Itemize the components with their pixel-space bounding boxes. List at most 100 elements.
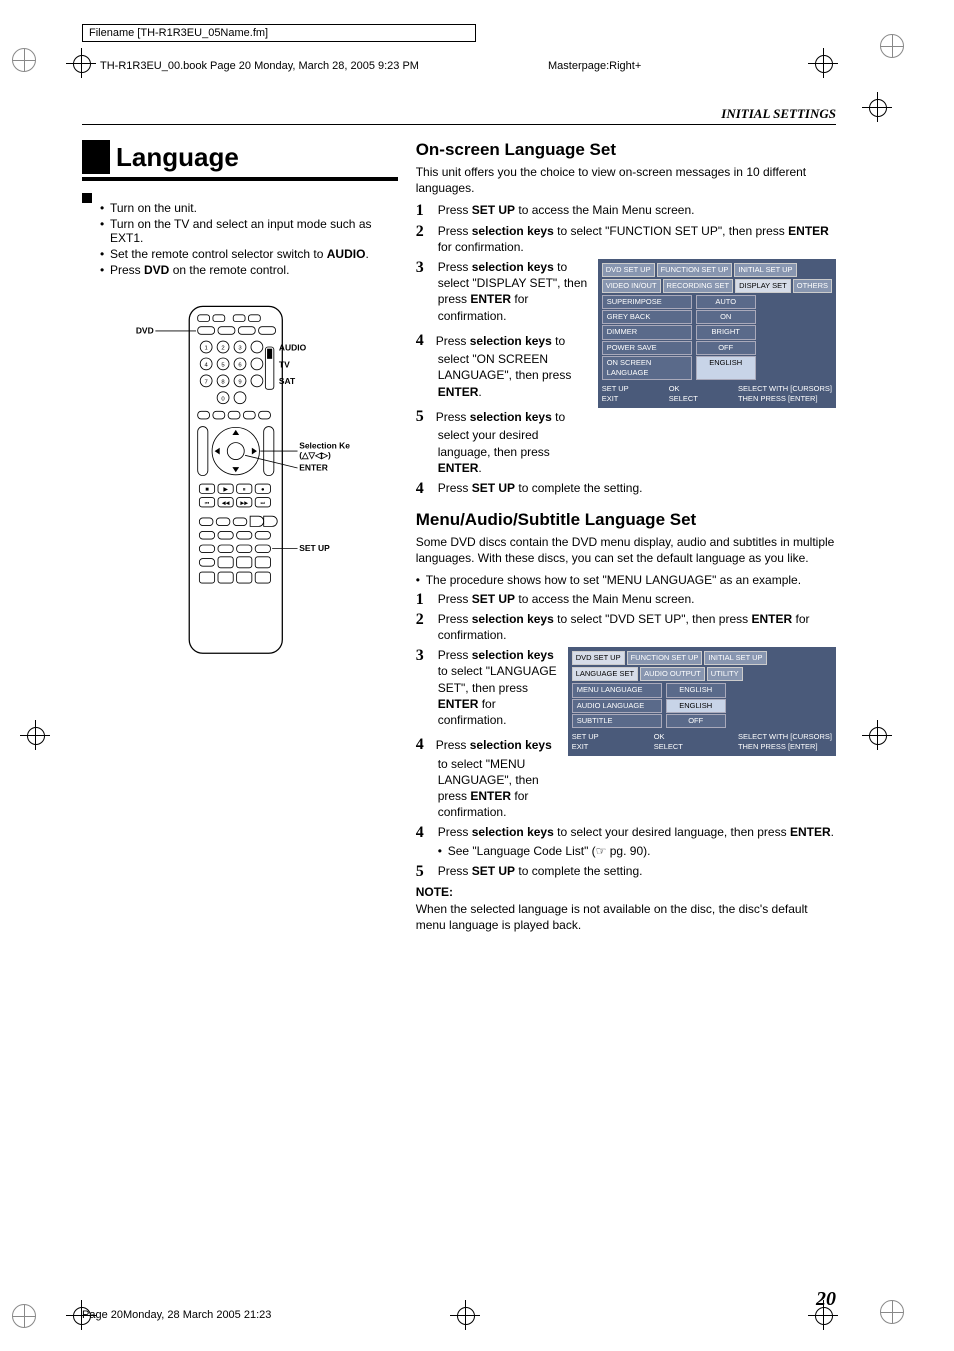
step-item: Press SET UP to access the Main Menu scr… xyxy=(416,202,836,218)
note-heading: NOTE: xyxy=(416,885,836,899)
step-item: Press selection keys to select "DISPLAY … xyxy=(416,259,836,476)
registration-mark-icon xyxy=(12,48,36,72)
svg-text:◀◀: ◀◀ xyxy=(222,500,230,506)
step-item: Press SET UP to complete the setting. xyxy=(416,863,836,879)
osd-value: BRIGHT xyxy=(696,325,756,339)
masterpage-label: Masterpage:Right+ xyxy=(548,60,641,72)
osd-footer: SET UP EXIT xyxy=(572,732,599,752)
osd-key: SUPERIMPOSE xyxy=(602,295,692,309)
svg-text:AUDIO: AUDIO xyxy=(279,342,307,352)
intro-bullet: Turn on the unit. xyxy=(100,201,392,215)
onscreen-intro: This unit offers you the choice to view … xyxy=(416,164,836,196)
svg-text:7: 7 xyxy=(204,379,207,385)
manual-page: Filename [TH-R1R3EU_05Name.fm] TH-R1R3EU… xyxy=(0,0,954,1351)
menu-audio-steps: Press SET UP to access the Main Menu scr… xyxy=(416,591,836,879)
registration-mark-icon xyxy=(880,34,904,58)
osd-value: ENGLISH xyxy=(666,683,726,697)
crosshair-icon xyxy=(808,48,838,78)
remote-control-icon: DVD 123 456 789 0 xyxy=(130,303,350,658)
onscreen-steps: Press SET UP to access the Main Menu scr… xyxy=(416,202,836,496)
dvd-callout: DVD xyxy=(136,325,154,335)
osd-row: GREY BACK ON xyxy=(602,310,832,324)
section-rule xyxy=(82,124,836,125)
filename-box: Filename [TH-R1R3EU_05Name.fm] xyxy=(82,24,476,42)
osd-row: SUBTITLE OFF xyxy=(572,714,832,728)
remote-figure: DVD 123 456 789 0 xyxy=(82,303,398,661)
crosshair-icon xyxy=(66,48,96,78)
svg-text:1: 1 xyxy=(204,346,207,352)
osd-row: AUDIO LANGUAGEENGLISH xyxy=(572,699,832,713)
osd-key: SUBTITLE xyxy=(572,714,662,728)
osd-value: AUTO xyxy=(696,295,756,309)
osd-tab: DVD SET UP xyxy=(572,651,625,665)
left-column: Language Turn on the unit. Turn on the TV… xyxy=(82,140,398,939)
footer-line: Page 20Monday, 28 March 2005 21:23 xyxy=(82,1309,271,1321)
svg-text:●: ● xyxy=(261,487,265,493)
osd-tab: DVD SET UP xyxy=(602,263,655,277)
page-number: 20 xyxy=(816,1288,836,1311)
svg-text:SAT: SAT xyxy=(279,376,296,386)
osd-row: POWER SAVE OFF xyxy=(602,341,832,355)
intro-bullet: Turn on the TV and select an input mode … xyxy=(100,217,392,245)
osd-footer: SELECT WITH [CURSORS] THEN PRESS [ENTER] xyxy=(738,732,832,752)
procedure-note: The procedure shows how to set "MENU LAN… xyxy=(416,573,836,587)
osd-footer: OK SELECT xyxy=(654,732,683,752)
osd-key: GREY BACK xyxy=(602,310,692,324)
crosshair-icon xyxy=(862,92,892,122)
svg-text:■: ■ xyxy=(205,487,209,493)
osd-value: ENGLISH xyxy=(696,356,756,380)
svg-text:⏸: ⏸ xyxy=(243,487,246,493)
svg-text:⏭: ⏭ xyxy=(260,500,265,506)
right-column: On-screen Language Set This unit offers … xyxy=(416,140,836,939)
page-title: Language xyxy=(82,140,398,181)
osd-value: OFF xyxy=(666,714,726,728)
osd-subtab: VIDEO IN/OUT xyxy=(602,279,661,293)
svg-text:▶: ▶ xyxy=(223,487,228,493)
osd-subtab: UTILITY xyxy=(707,667,743,681)
book-line: TH-R1R3EU_00.book Page 20 Monday, March … xyxy=(100,60,419,72)
step-item: Press selection keys to select "FUNCTION… xyxy=(416,223,836,255)
osd-tab: FUNCTION SET UP xyxy=(627,651,703,665)
crosshair-icon xyxy=(20,720,50,750)
note-body: When the selected language is not availa… xyxy=(416,901,836,933)
svg-text:ENTER: ENTER xyxy=(299,463,328,473)
step-item: Press selection keys to select "LANGUAGE… xyxy=(416,647,836,820)
step-item: Press SET UP to access the Main Menu scr… xyxy=(416,591,836,607)
registration-mark-icon xyxy=(12,1304,36,1328)
osd-footer: SELECT WITH [CURSORS] THEN PRESS [ENTER] xyxy=(738,384,832,404)
crosshair-icon xyxy=(450,1300,480,1330)
osd-footer: SET UP EXIT xyxy=(602,384,629,404)
osd-screenshot: DVD SET UPFUNCTION SET UPINITIAL SET UP V… xyxy=(598,259,836,408)
filename-text: Filename [TH-R1R3EU_05Name.fm] xyxy=(89,27,268,39)
osd-value: OFF xyxy=(696,341,756,355)
step-item: Press selection keys to select your desi… xyxy=(416,824,836,858)
osd-row: ON SCREEN LANGUAGEENGLISH xyxy=(602,356,832,380)
svg-text:9: 9 xyxy=(238,379,241,385)
svg-text:▶▶: ▶▶ xyxy=(240,500,248,506)
step-item: Press SET UP to complete the setting. xyxy=(416,480,836,496)
svg-text:SET UP: SET UP xyxy=(299,543,330,553)
osd-key: POWER SAVE xyxy=(602,341,692,355)
registration-mark-icon xyxy=(880,1300,904,1324)
crosshair-icon xyxy=(862,720,892,750)
intro-box: Turn on the unit. Turn on the TV and sele… xyxy=(82,193,398,285)
osd-subtab: OTHERS xyxy=(793,279,832,293)
svg-text:(△▽◁▷): (△▽◁▷) xyxy=(299,450,331,460)
osd-subtab: RECORDING SET xyxy=(663,279,734,293)
section-header: INITIAL SETTINGS xyxy=(721,106,836,122)
step-sub-bullet: See "Language Code List" (☞ pg. 90). xyxy=(438,843,836,859)
osd-footer: OK SELECT xyxy=(669,384,698,404)
osd-tab: INITIAL SET UP xyxy=(704,651,766,665)
osd-row: DIMMER BRIGHT xyxy=(602,325,832,339)
osd-row: SUPERIMPOSE AUTO xyxy=(602,295,832,309)
svg-text:TV: TV xyxy=(279,359,290,369)
menu-audio-heading: Menu/Audio/Subtitle Language Set xyxy=(416,510,836,530)
osd-key: DIMMER xyxy=(602,325,692,339)
svg-text:⏮: ⏮ xyxy=(205,500,210,506)
osd-tab: INITIAL SET UP xyxy=(734,263,796,277)
osd-value: ON xyxy=(696,310,756,324)
osd-subtab: DISPLAY SET xyxy=(735,279,791,293)
osd-subtab: LANGUAGE SET xyxy=(572,667,638,681)
osd-key: AUDIO LANGUAGE xyxy=(572,699,662,713)
osd-tab: FUNCTION SET UP xyxy=(657,263,733,277)
